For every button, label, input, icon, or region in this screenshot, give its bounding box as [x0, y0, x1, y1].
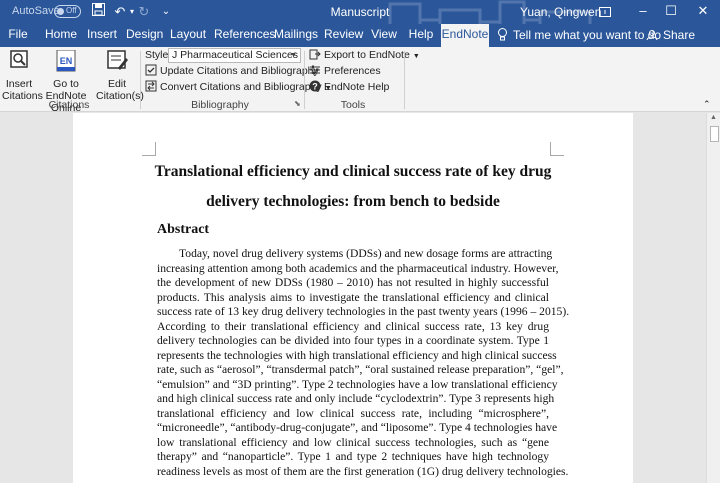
abstract-line: low translational efficiency and low cli…	[157, 436, 549, 449]
ribbon-display-options-icon[interactable]	[590, 0, 620, 24]
update-citations-label: Update Citations and Bibliography	[160, 65, 319, 77]
abstract-line: translational efficiency and low clinica…	[157, 407, 549, 420]
tab-design[interactable]: Design	[126, 24, 163, 47]
update-citations-button[interactable]: Update Citations and Bibliography	[145, 64, 319, 79]
minimize-icon[interactable]: –	[628, 0, 658, 24]
share-button[interactable]: Share	[646, 27, 695, 45]
endnote-help-button[interactable]: ? EndNote Help	[309, 80, 389, 95]
title-bar: AutoSave Off ↶ ▾ ↻ ⌄ Manuscript Yuan, Qi…	[0, 0, 720, 44]
insert-citations-label-2: Citations	[2, 90, 43, 102]
insert-citation-icon	[10, 50, 28, 68]
abstract-line: therapy” and “nanoparticle”. Type 1 and …	[157, 450, 549, 463]
svg-text:EN: EN	[60, 56, 73, 66]
tell-me-search[interactable]: Tell me what you want to do	[497, 27, 661, 45]
tools-group-label: Tools	[340, 99, 366, 111]
bibliography-group-label: Bibliography	[191, 99, 249, 111]
convert-citations-label: Convert Citations and Bibliography	[160, 81, 322, 93]
help-icon: ?	[309, 80, 321, 92]
tab-endnote[interactable]: EndNote	[441, 24, 489, 47]
abstract-line: the development of new DDSs (1980 – 2010…	[157, 276, 549, 289]
edit-citations-button[interactable]: Edit Citation(s)	[96, 50, 144, 102]
tab-help[interactable]: Help	[406, 24, 436, 47]
tab-mailings[interactable]: Mailings	[274, 24, 318, 47]
vertical-scrollbar[interactable]: ▲	[706, 113, 720, 483]
tab-references[interactable]: References	[214, 24, 275, 47]
tab-view[interactable]: View	[370, 24, 398, 47]
lightbulb-icon	[498, 28, 507, 41]
abstract-line: Today, novel drug delivery systems (DDSs…	[179, 247, 553, 260]
abstract-line: products. This analysis aims to investig…	[157, 291, 549, 304]
abstract-line: increasing attention among both academic…	[157, 262, 559, 275]
margin-corner-mark	[142, 142, 156, 156]
scroll-up-icon[interactable]: ▲	[710, 114, 717, 121]
maximize-icon[interactable]: ☐	[656, 0, 686, 24]
tab-review[interactable]: Review	[324, 24, 363, 47]
preferences-button[interactable]: Preferences	[309, 64, 381, 79]
chevron-down-icon: ▼	[290, 52, 297, 59]
abstract-line: and high clinical success rate and only …	[157, 392, 555, 405]
preferences-icon	[310, 65, 320, 75]
abstract-line: “emulsion” and “3D printing”. Type 2 tec…	[157, 378, 558, 391]
update-icon	[145, 64, 157, 76]
convert-icon	[145, 80, 157, 92]
insert-citations-label-1: Insert	[5, 78, 33, 90]
style-select-value: J Pharmaceutical Sciences	[172, 49, 299, 61]
close-icon[interactable]: ✕	[688, 0, 718, 24]
tell-me-text: Tell me what you want to do	[513, 28, 662, 42]
export-icon	[309, 49, 321, 60]
document-page[interactable]: Translational efficiency and clinical su…	[73, 113, 633, 483]
abstract-line: rate, such as “aerosol”, “transdermal pa…	[157, 363, 564, 376]
edit-citation-icon	[107, 50, 128, 70]
dialog-launcher-icon[interactable]: ⬊	[294, 99, 301, 108]
edit-citations-label-2: Citation(s)	[96, 90, 144, 102]
ribbon-separator	[404, 51, 405, 109]
citations-group-label: Citations	[48, 99, 90, 111]
tab-home[interactable]: Home	[44, 24, 78, 47]
collapse-ribbon-icon[interactable]: ⌃	[703, 97, 711, 112]
ribbon-separator	[304, 51, 305, 109]
endnote-help-label: EndNote Help	[324, 81, 390, 93]
share-icon	[646, 30, 658, 41]
endnote-online-icon: EN	[56, 49, 76, 72]
insert-citations-button[interactable]: Insert Citations	[2, 50, 43, 102]
tab-file[interactable]: File	[3, 24, 33, 47]
abstract-line: “microneedle”, “antibody-drug-conjugate”…	[157, 421, 558, 434]
style-select[interactable]: J Pharmaceutical Sciences ▼	[168, 48, 301, 63]
abstract-line: represents the technologies with high tr…	[157, 349, 557, 362]
tab-insert[interactable]: Insert	[86, 24, 118, 47]
paper-title-line-2: delivery technologies: from bench to bed…	[206, 193, 500, 210]
svg-text:?: ?	[312, 82, 318, 92]
ribbon: Insert Citations EN Go to EndNote Online…	[0, 47, 720, 114]
ribbon-tabs: File Home Insert Design Layout Reference…	[0, 24, 720, 47]
abstract-line: readiness levels as most of them are the…	[157, 465, 569, 478]
share-label: Share	[663, 28, 696, 42]
tab-layout[interactable]: Layout	[170, 24, 206, 47]
chevron-down-icon: ▼	[412, 53, 420, 60]
abstract-line: According to their translational efficie…	[157, 320, 549, 333]
preferences-label: Preferences	[324, 65, 381, 77]
ribbon-separator	[140, 51, 141, 109]
abstract-heading: Abstract	[157, 222, 210, 237]
document-canvas[interactable]: Translational efficiency and clinical su…	[0, 113, 706, 483]
margin-corner-mark	[550, 142, 564, 156]
scrollbar-thumb[interactable]	[710, 126, 719, 142]
paper-title-line-1: Translational efficiency and clinical su…	[154, 163, 552, 180]
abstract-line: delivery technologies can be divided int…	[157, 334, 549, 347]
export-to-endnote-label: Export to EndNote	[324, 49, 410, 61]
abstract-line: success rate of 13 key drug delivery tec…	[157, 305, 570, 318]
edit-citations-label-1: Edit	[107, 78, 127, 90]
